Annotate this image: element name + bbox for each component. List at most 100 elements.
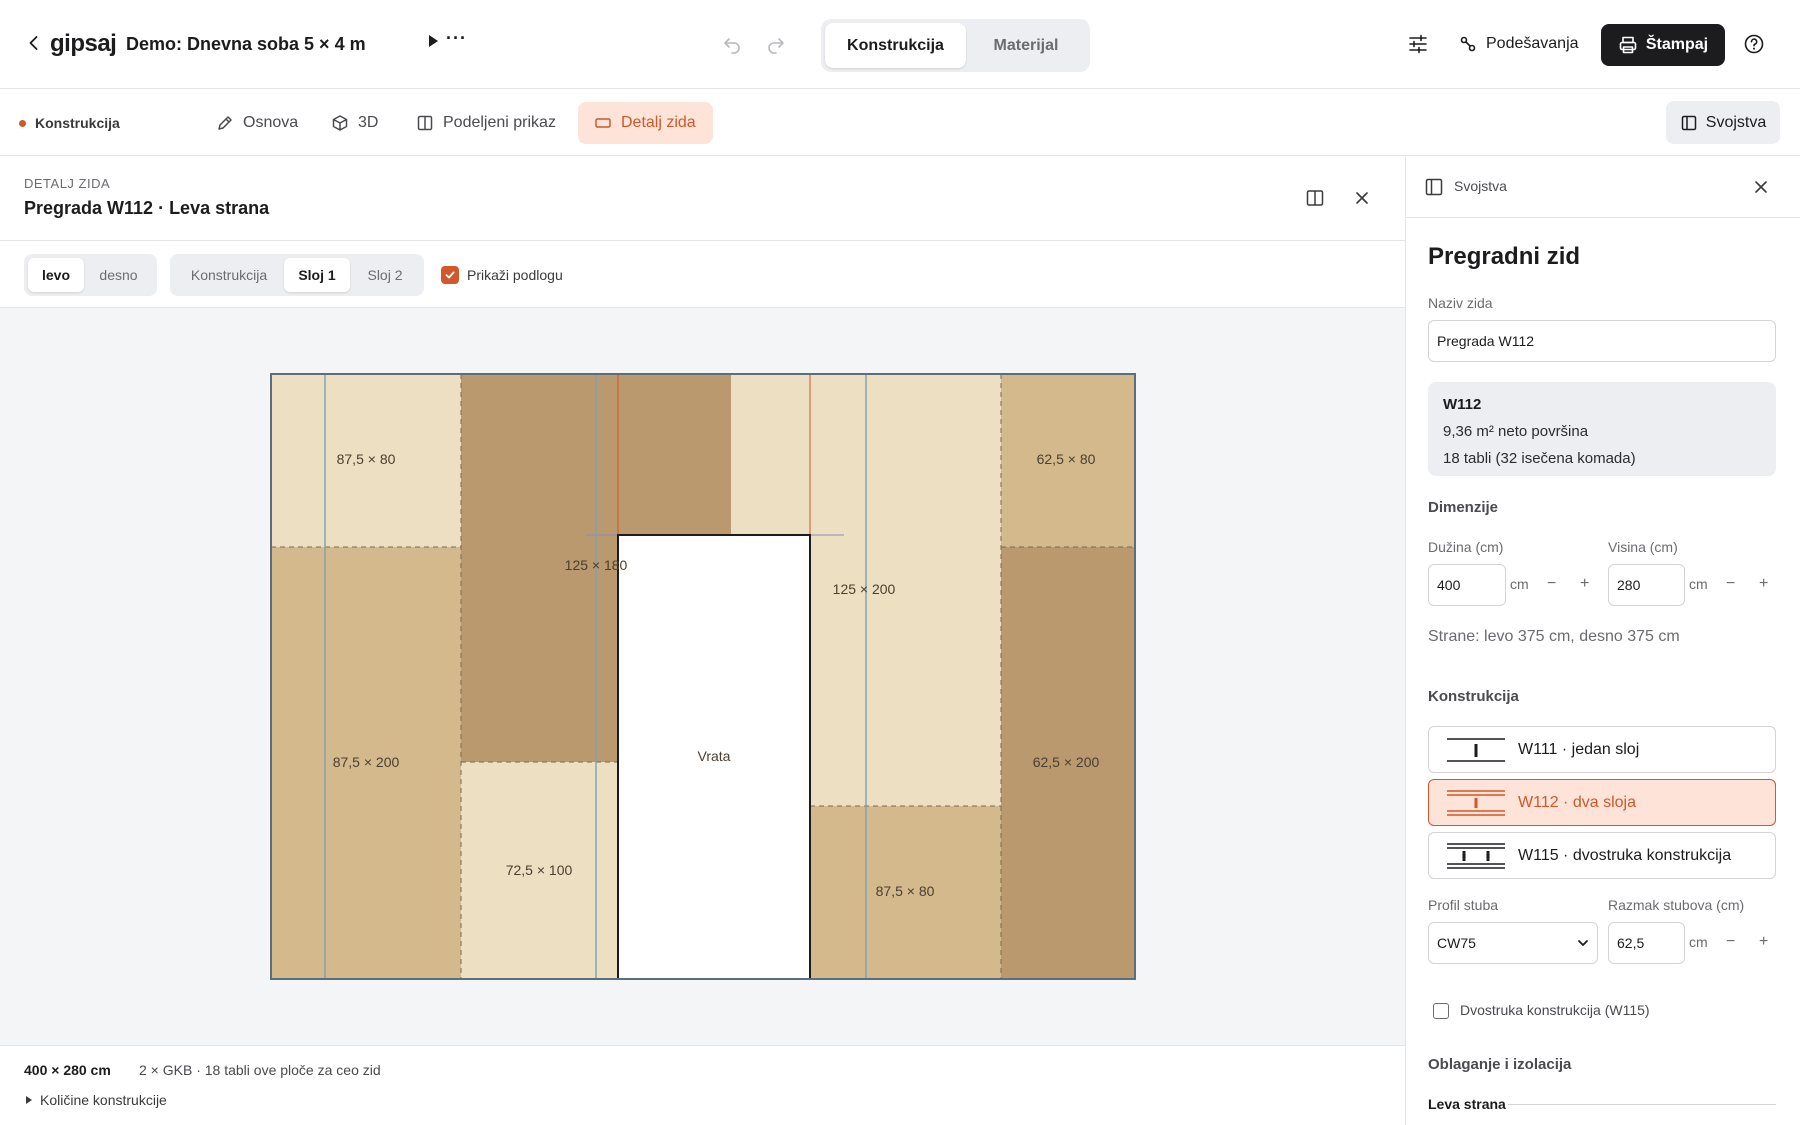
spacing-increment[interactable]: + <box>1759 933 1768 951</box>
panel-label: 87,5 × 200 <box>333 754 400 770</box>
wall-name-input[interactable]: Pregrada W112 <box>1428 320 1776 362</box>
height-decrement[interactable]: − <box>1726 575 1735 593</box>
length-decrement[interactable]: − <box>1547 575 1556 593</box>
wall-icon <box>595 118 611 128</box>
chevron-down-icon <box>1578 940 1588 946</box>
layer-sloj-2[interactable]: Sloj 2 <box>350 258 420 292</box>
side-toggle: levo desno <box>24 254 157 296</box>
wall-boards: 18 tabli (32 isečena komada) <box>1443 450 1636 467</box>
double-frame-icon <box>1447 842 1505 869</box>
spacing-decrement[interactable]: − <box>1726 933 1735 951</box>
layer-toggle: Konstrukcija Sloj 1 Sloj 2 <box>170 254 424 296</box>
detail-footer: 400 × 280 cm 2 × GKB · 18 tabli ove ploč… <box>0 1045 1405 1125</box>
print-label: Štampaj <box>1645 36 1709 53</box>
more-icon[interactable]: ··· <box>446 28 467 49</box>
tab-3d[interactable]: 3D <box>315 102 394 144</box>
redo-icon[interactable] <box>766 34 786 54</box>
close-icon[interactable] <box>1751 177 1771 197</box>
cube-icon <box>332 115 348 131</box>
construction-option-w115[interactable]: W115 · dvostruka konstrukcija <box>1428 832 1776 879</box>
door-label: Vrata <box>698 748 731 764</box>
length-increment[interactable]: + <box>1580 575 1589 593</box>
double-frame-checkbox[interactable] <box>1433 1003 1449 1019</box>
detail-toolbar: levo desno Konstrukcija Sloj 1 Sloj 2 Pr… <box>0 241 1405 308</box>
mode-konstrukcija[interactable]: Konstrukcija <box>825 23 966 68</box>
breadcrumb: Konstrukcija <box>19 115 120 131</box>
status-dot <box>19 119 26 127</box>
show-base-label: Prikaži podlogu <box>467 267 563 283</box>
play-icon[interactable] <box>424 32 442 50</box>
print-button[interactable]: Štampaj <box>1601 24 1725 66</box>
divider <box>1508 1104 1776 1105</box>
quantities-toggle[interactable]: Količine konstrukcije <box>24 1092 167 1108</box>
properties-toggle-label: Svojstva <box>1705 113 1767 131</box>
length-input[interactable]: 400 <box>1428 564 1506 606</box>
settings-icon <box>1460 36 1476 52</box>
height-unit: cm <box>1689 576 1708 592</box>
wall-drawing[interactable]: 87,5 × 80 87,5 × 200 125 × 180 72,5 × 10… <box>270 373 1136 981</box>
spacing-input[interactable]: 62,5 <box>1608 922 1685 964</box>
wall-area: 9,36 m² neto površina <box>1443 423 1589 440</box>
view-bar: Konstrukcija Osnova 3D Podeljeni prikaz … <box>0 89 1800 156</box>
sides-note: Strane: levo 375 cm, desno 375 cm <box>1428 628 1680 645</box>
check-icon <box>445 271 455 279</box>
panel-label: 72,5 × 100 <box>506 862 573 878</box>
split-icon <box>417 115 433 131</box>
split-view-icon[interactable] <box>1305 188 1325 208</box>
quantities-label: Količine konstrukcije <box>40 1092 167 1108</box>
panel-icon <box>1681 115 1697 130</box>
help-icon[interactable] <box>1743 33 1765 55</box>
height-input[interactable]: 280 <box>1608 564 1685 606</box>
double-layer-icon <box>1447 789 1505 816</box>
wall-code: W112 <box>1443 396 1482 413</box>
properties-title: Pregradni zid <box>1428 243 1581 270</box>
panel-label: 87,5 × 80 <box>876 883 935 899</box>
mode-materijal[interactable]: Materijal <box>966 23 1086 68</box>
tab-label: Podeljeni prikaz <box>443 114 556 131</box>
profile-select[interactable]: CW75 <box>1428 922 1598 964</box>
pen-icon <box>218 116 232 130</box>
tab-label: Osnova <box>243 114 299 131</box>
caret-right-icon <box>26 1096 32 1104</box>
layer-konstrukcija[interactable]: Konstrukcija <box>174 258 284 292</box>
tab-osnova[interactable]: Osnova <box>200 102 314 144</box>
tab-detalj-zida[interactable]: Detalj zida <box>578 102 713 144</box>
sliders-icon[interactable] <box>1407 33 1429 55</box>
wall-dimensions: 400 × 280 cm <box>24 1062 111 1078</box>
board-spec: 2 × GKB · 18 tabli ove ploče za ceo zid <box>139 1062 381 1078</box>
detail-kicker: DETALJ ZIDA <box>24 176 111 191</box>
printer-icon <box>1619 36 1637 54</box>
panel-label: 62,5 × 80 <box>1037 451 1096 467</box>
app-logo[interactable]: gipsaj <box>50 30 117 58</box>
breadcrumb-label: Konstrukcija <box>35 115 120 131</box>
tab-label: Detalj zida <box>621 114 696 131</box>
close-icon[interactable] <box>1352 188 1372 208</box>
spacing-unit: cm <box>1689 934 1708 950</box>
layer-sloj-1[interactable]: Sloj 1 <box>284 258 350 292</box>
panel-icon <box>1425 178 1443 196</box>
checkbox-checked[interactable] <box>441 266 459 284</box>
height-label: Visina (cm) <box>1608 539 1678 555</box>
profile-label: Profil stuba <box>1428 897 1499 913</box>
show-base-checkbox[interactable]: Prikaži podlogu <box>441 266 563 284</box>
construction-option-w112[interactable]: W112 · dva sloja <box>1428 779 1776 826</box>
properties-toggle-button[interactable]: Svojstva <box>1666 101 1780 144</box>
side-desno[interactable]: desno <box>84 258 153 292</box>
construction-option-w111[interactable]: W111 · jedan sloj <box>1428 726 1776 773</box>
side-levo[interactable]: levo <box>28 258 84 292</box>
chevron-left-icon[interactable] <box>24 33 44 53</box>
wall-summary: W112 9,36 m² neto površina 18 tabli (32 … <box>1428 382 1776 476</box>
settings-button[interactable]: Podešavanja <box>1458 30 1579 58</box>
left-side-heading: Leva strana <box>1428 1096 1506 1112</box>
settings-label: Podešavanja <box>1486 35 1579 52</box>
single-layer-icon <box>1447 737 1505 762</box>
detail-header: DETALJ ZIDA Pregrada W112 · Leva strana <box>0 157 1405 241</box>
wall-detail-panel: DETALJ ZIDA Pregrada W112 · Leva strana … <box>0 157 1406 1125</box>
mode-switch: Konstrukcija Materijal <box>821 19 1090 72</box>
tab-podeljeni-prikaz[interactable]: Podeljeni prikaz <box>400 102 572 144</box>
undo-icon[interactable] <box>722 34 742 54</box>
properties-panel: Svojstva Pregradni zid Naziv zida Pregra… <box>1406 157 1800 1125</box>
top-bar: gipsaj Demo: Dnevna soba 5 × 4 m ··· Kon… <box>0 0 1800 89</box>
height-increment[interactable]: + <box>1759 575 1768 593</box>
properties-header-label: Svojstva <box>1454 178 1507 194</box>
